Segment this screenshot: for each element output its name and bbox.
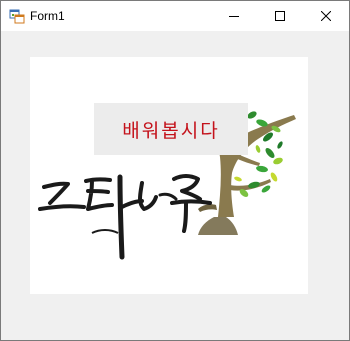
app-icon	[9, 9, 25, 24]
greeting-label-text: 배워봅시다	[122, 119, 220, 142]
picture-box: 배워봅시다	[30, 57, 308, 294]
greeting-label: 배워봅시다	[94, 103, 248, 155]
close-button[interactable]	[303, 1, 349, 31]
minimize-button[interactable]	[211, 1, 257, 31]
maximize-button[interactable]	[257, 1, 303, 31]
maximize-icon	[275, 11, 285, 21]
minimize-icon	[229, 16, 239, 17]
title-bar[interactable]: Form1	[1, 1, 349, 31]
window-title: Form1	[30, 9, 65, 23]
form-client-area: 배워봅시다	[1, 31, 349, 340]
tree-logo	[38, 111, 296, 260]
close-icon	[321, 11, 331, 21]
form-window: Form1 배워봅시다	[0, 0, 350, 341]
calligraphy-logo	[38, 174, 212, 260]
